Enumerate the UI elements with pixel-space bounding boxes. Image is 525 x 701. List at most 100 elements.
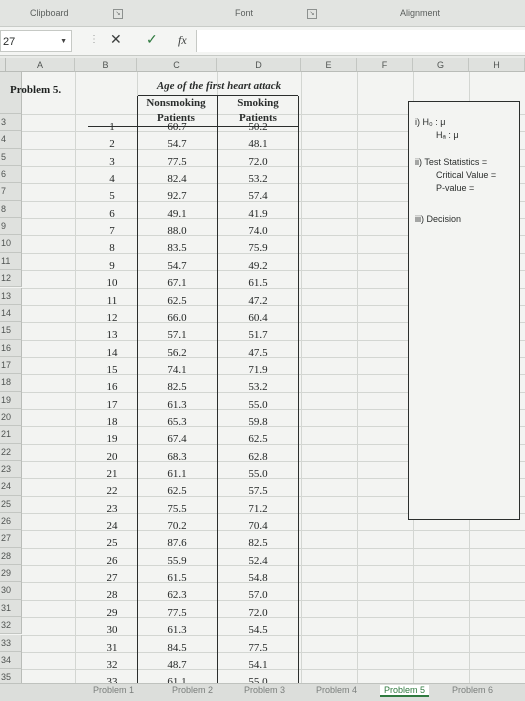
nonsmoking-value-cell[interactable]: 61.1 <box>138 466 216 483</box>
nonsmoking-value-cell[interactable]: 54.7 <box>138 258 216 275</box>
row-header[interactable]: 23 <box>0 461 22 479</box>
table-index-cell[interactable]: 1 <box>88 119 136 136</box>
row-header[interactable]: 28 <box>0 547 22 566</box>
nonsmoking-value-cell[interactable]: 54.7 <box>138 136 216 153</box>
smoking-value-cell[interactable]: 59.8 <box>218 414 298 431</box>
tab-problem-5[interactable]: Problem 5 <box>380 685 430 697</box>
table-index-cell[interactable]: 6 <box>88 206 136 223</box>
nonsmoking-value-cell[interactable]: 56.2 <box>138 345 216 362</box>
nonsmoking-value-cell[interactable]: 75.5 <box>138 501 216 518</box>
nonsmoking-value-cell[interactable]: 68.3 <box>138 449 216 466</box>
row-header[interactable]: 5 <box>0 148 22 167</box>
nonsmoking-value-cell[interactable]: 48.7 <box>138 657 216 674</box>
smoking-value-cell[interactable]: 72.0 <box>218 605 298 622</box>
smoking-value-cell[interactable]: 71.9 <box>218 362 298 379</box>
formula-input[interactable] <box>196 30 525 52</box>
nonsmoking-value-cell[interactable]: 87.6 <box>138 535 216 552</box>
nonsmoking-value-cell[interactable]: 62.3 <box>138 587 216 604</box>
smoking-value-cell[interactable]: 70.4 <box>218 518 298 535</box>
smoking-value-cell[interactable]: 62.8 <box>218 449 298 466</box>
table-index-cell[interactable]: 7 <box>88 223 136 240</box>
tab-problem-3[interactable]: Problem 3 <box>244 685 285 695</box>
nonsmoking-value-cell[interactable]: 83.5 <box>138 240 216 257</box>
column-header-a[interactable]: A <box>6 58 75 72</box>
smoking-value-cell[interactable]: 50.2 <box>218 119 298 136</box>
nonsmoking-value-cell[interactable]: 61.3 <box>138 622 216 639</box>
smoking-value-cell[interactable]: 72.0 <box>218 154 298 171</box>
table-index-cell[interactable]: 22 <box>88 483 136 500</box>
clipboard-launcher-icon[interactable]: ↘ <box>113 9 123 19</box>
nonsmoking-value-cell[interactable]: 49.1 <box>138 206 216 223</box>
table-index-cell[interactable]: 25 <box>88 535 136 552</box>
row-header[interactable]: 20 <box>0 408 22 427</box>
smoking-value-cell[interactable]: 47.5 <box>218 345 298 362</box>
row-header[interactable]: 29 <box>0 565 22 583</box>
column-header-f[interactable]: F <box>357 58 413 72</box>
row-header[interactable]: 3 <box>0 114 22 132</box>
spreadsheet-grid[interactable]: A B C D E F G H 3 4 5 6 7 8 9 10 11 12 13 14 15 16 17 1… <box>0 58 525 700</box>
smoking-value-cell[interactable]: 61.5 <box>218 275 298 292</box>
row-header[interactable]: 9 <box>0 218 22 236</box>
table-index-cell[interactable]: 3 <box>88 154 136 171</box>
tab-problem-6[interactable]: Problem 6 <box>452 685 493 695</box>
column-header-d[interactable]: D <box>217 58 301 72</box>
nonsmoking-value-cell[interactable]: 67.4 <box>138 431 216 448</box>
row-header[interactable]: 18 <box>0 374 22 392</box>
column-header-c[interactable]: C <box>137 58 217 72</box>
table-index-cell[interactable]: 19 <box>88 431 136 448</box>
table-index-cell[interactable]: 29 <box>88 605 136 622</box>
nonsmoking-value-cell[interactable]: 57.1 <box>138 327 216 344</box>
column-header-e[interactable]: E <box>301 58 357 72</box>
table-index-cell[interactable]: 20 <box>88 449 136 466</box>
nonsmoking-value-cell[interactable]: 62.5 <box>138 293 216 310</box>
row-header[interactable]: 19 <box>0 391 22 409</box>
row-header[interactable]: 10 <box>0 235 22 253</box>
smoking-value-cell[interactable]: 49.2 <box>218 258 298 275</box>
row-header[interactable]: 16 <box>0 339 22 357</box>
smoking-value-cell[interactable]: 53.2 <box>218 379 298 396</box>
table-index-cell[interactable]: 5 <box>88 188 136 205</box>
table-index-cell[interactable]: 28 <box>88 587 136 604</box>
nonsmoking-value-cell[interactable]: 61.5 <box>138 570 216 587</box>
name-box[interactable]: 27 ▼ <box>0 30 72 52</box>
row-header[interactable]: 22 <box>0 443 22 461</box>
smoking-value-cell[interactable]: 57.0 <box>218 587 298 604</box>
drag-handle-icon[interactable]: ⋮ <box>89 34 99 45</box>
nonsmoking-value-cell[interactable]: 74.1 <box>138 362 216 379</box>
smoking-value-cell[interactable]: 52.4 <box>218 553 298 570</box>
table-index-cell[interactable]: 4 <box>88 171 136 188</box>
column-header-h[interactable]: H <box>469 58 525 72</box>
nonsmoking-value-cell[interactable]: 66.0 <box>138 310 216 327</box>
smoking-value-cell[interactable]: 54.5 <box>218 622 298 639</box>
table-index-cell[interactable]: 14 <box>88 345 136 362</box>
row-header[interactable]: 30 <box>0 582 22 600</box>
row-header[interactable]: 14 <box>0 304 22 323</box>
nonsmoking-value-cell[interactable]: 61.3 <box>138 397 216 414</box>
smoking-value-cell[interactable]: 48.1 <box>218 136 298 153</box>
nonsmoking-value-cell[interactable]: 82.5 <box>138 379 216 396</box>
table-index-cell[interactable]: 16 <box>88 379 136 396</box>
row-header[interactable]: 33 <box>0 634 22 652</box>
nonsmoking-value-cell[interactable]: 88.0 <box>138 223 216 240</box>
row-header[interactable]: 6 <box>0 166 22 184</box>
smoking-value-cell[interactable]: 57.4 <box>218 188 298 205</box>
row-header[interactable]: 24 <box>0 478 22 496</box>
table-index-cell[interactable]: 11 <box>88 293 136 310</box>
fx-icon[interactable]: fx <box>178 33 187 48</box>
table-index-cell[interactable]: 17 <box>88 397 136 414</box>
tab-problem-1[interactable]: Problem 1 <box>93 685 134 695</box>
nonsmoking-value-cell[interactable]: 82.4 <box>138 171 216 188</box>
tab-problem-2[interactable]: Problem 2 <box>172 685 213 695</box>
row-header[interactable]: 25 <box>0 495 22 514</box>
close-icon[interactable]: ✕ <box>110 31 122 48</box>
tab-problem-4[interactable]: Problem 4 <box>316 685 357 695</box>
table-index-cell[interactable]: 31 <box>88 640 136 657</box>
table-index-cell[interactable]: 32 <box>88 657 136 674</box>
smoking-value-cell[interactable]: 54.8 <box>218 570 298 587</box>
table-index-cell[interactable]: 13 <box>88 327 136 344</box>
row-header[interactable]: 26 <box>0 513 22 531</box>
row-header[interactable]: 15 <box>0 322 22 340</box>
smoking-value-cell[interactable]: 57.5 <box>218 483 298 500</box>
table-index-cell[interactable]: 15 <box>88 362 136 379</box>
row-header[interactable]: 21 <box>0 426 22 444</box>
